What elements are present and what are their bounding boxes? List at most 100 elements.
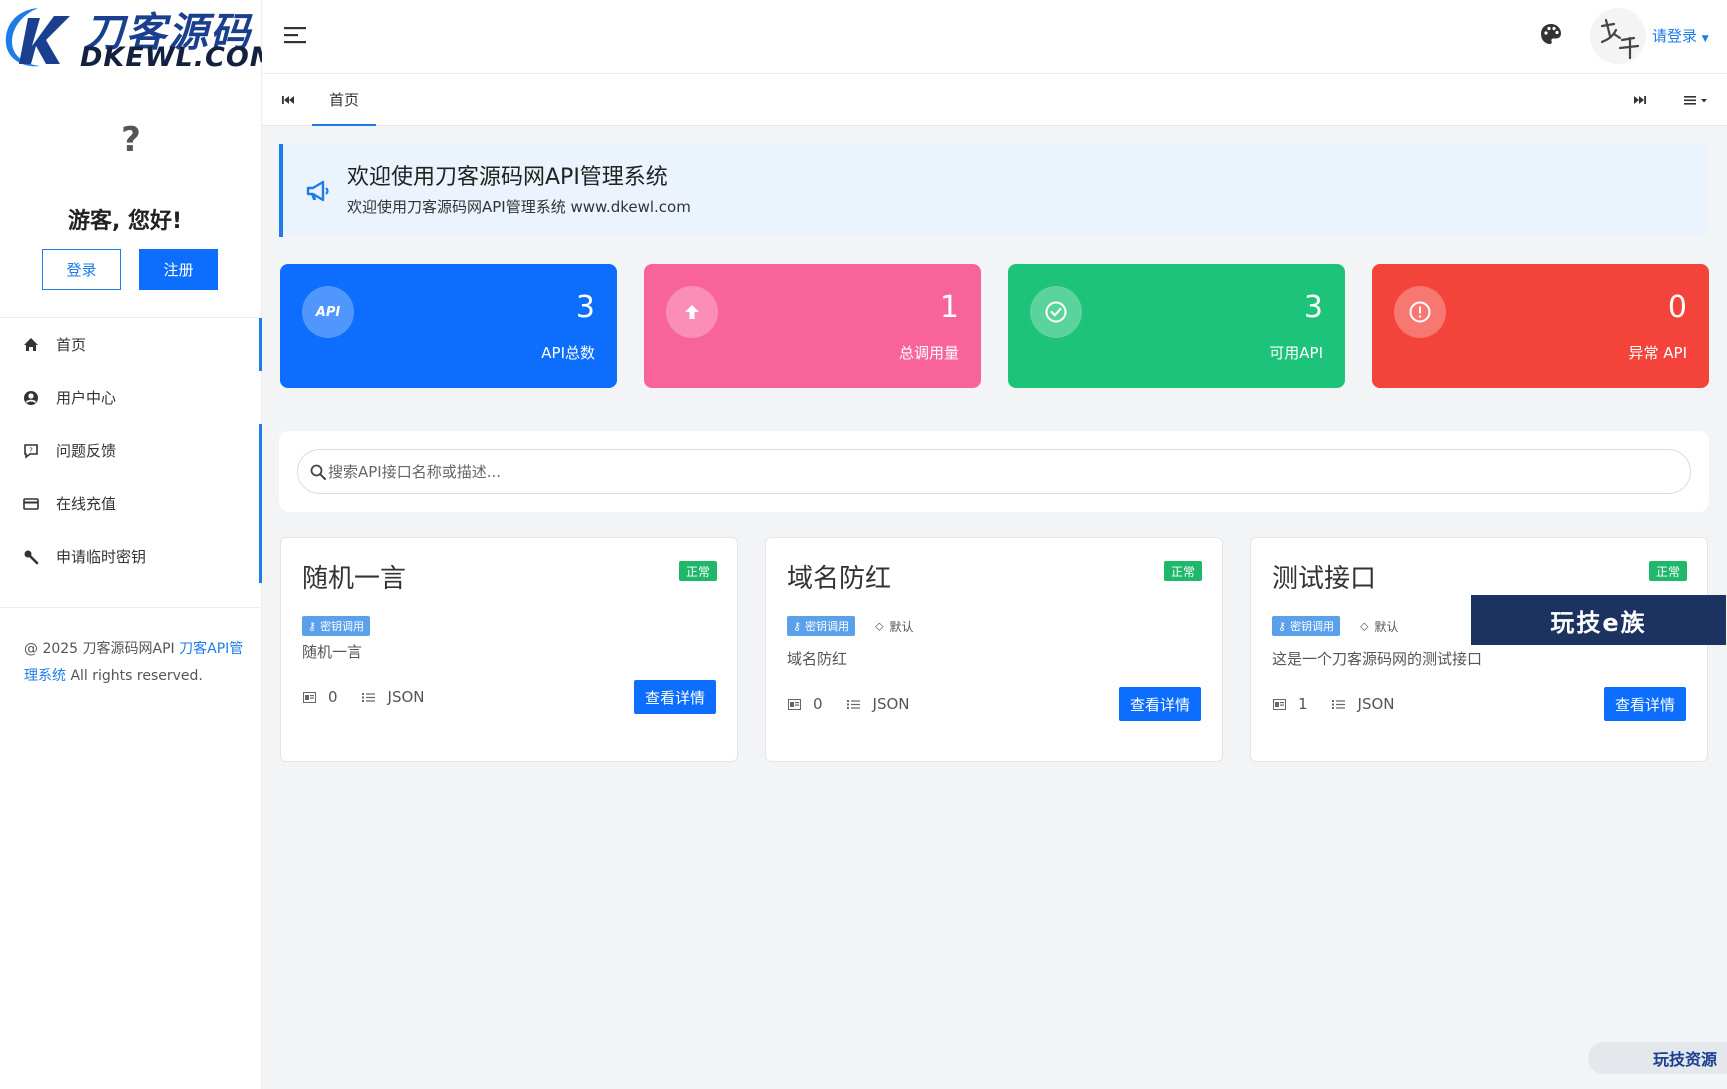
guest-avatar: ?: [121, 120, 141, 160]
sidebar-item-label: 在线充值: [56, 495, 117, 513]
status-badge: 正常: [1648, 561, 1687, 581]
sidebar-item-label: 申请临时密钥: [56, 548, 147, 566]
category-tag: ⬦ 默认: [1360, 618, 1398, 635]
megaphone-icon: [306, 180, 329, 202]
api-card: 随机一言 正常 ⚷ 密钥调用 随机一言 0 JSON 查看详情: [280, 537, 738, 762]
copyright-suffix: All rights reserved.: [66, 668, 203, 684]
call-count: 0: [328, 688, 338, 706]
view-details-button[interactable]: 查看详情: [1604, 687, 1686, 721]
sidebar-item-home[interactable]: 首页: [0, 318, 262, 371]
tab-bar: 首页: [262, 74, 1727, 126]
response-format: JSON: [1357, 695, 1395, 713]
tag-icon: ⬦: [1360, 618, 1369, 633]
list-icon: [1332, 697, 1346, 711]
sidebar-item-label: 问题反馈: [56, 442, 117, 460]
login-dropdown[interactable]: 请登录 ▼: [1652, 25, 1709, 46]
tag-row: ⚷ 密钥调用 ⬦ 默认: [1272, 616, 1398, 636]
api-title: 域名防红: [787, 564, 892, 594]
api-meta: 0 JSON: [787, 695, 910, 713]
sidebar: 刀客源码 DKEWL.COM ? 游客, 您好! 登录 注册 首页 用户中心 ?…: [0, 0, 262, 1089]
tab-options-icon[interactable]: [1682, 90, 1712, 110]
scroll-right-icon[interactable]: [1632, 92, 1648, 108]
credit-card-icon: [22, 495, 40, 513]
api-title: 测试接口: [1272, 564, 1377, 594]
tag-row: ⚷ 密钥调用: [302, 616, 390, 636]
user-circle-icon: [22, 389, 40, 407]
sidebar-divider: [0, 607, 262, 608]
calls-icon: [787, 697, 801, 711]
login-button[interactable]: 登录: [42, 249, 121, 290]
sidebar-item-user-center[interactable]: 用户中心: [0, 371, 262, 424]
calls-icon: [302, 690, 316, 704]
stat-label: 总调用量: [898, 344, 959, 362]
stat-value: 3: [575, 290, 595, 325]
notice-subtitle: 欢迎使用刀客源码网API管理系统 www.dkewl.com: [347, 198, 691, 216]
call-count: 1: [1298, 695, 1308, 713]
register-button[interactable]: 注册: [139, 249, 218, 290]
key-icon: ⚷: [1278, 619, 1287, 633]
api-icon: API: [302, 286, 354, 338]
login-prompt: 请登录: [1652, 27, 1698, 45]
sidebar-item-feedback[interactable]: ? 问题反馈: [0, 424, 262, 477]
stat-card-total-calls: 1 总调用量: [644, 264, 981, 388]
api-meta: 1 JSON: [1272, 695, 1395, 713]
welcome-notice: 欢迎使用刀客源码网API管理系统 欢迎使用刀客源码网API管理系统 www.dk…: [279, 144, 1709, 237]
key-icon: ⚷: [793, 619, 802, 633]
api-icon-text: API: [315, 304, 341, 320]
category-tag: ⬦ 默认: [875, 618, 913, 635]
site-logo[interactable]: 刀客源码 DKEWL.COM: [0, 0, 262, 74]
view-details-button[interactable]: 查看详情: [1119, 687, 1201, 721]
wrench-icon: [22, 548, 40, 566]
theme-palette-icon[interactable]: [1539, 22, 1563, 46]
stat-value: 1: [939, 290, 959, 325]
caret-down-icon: ▼: [1701, 34, 1709, 44]
copyright-prefix: @ 2025 刀客源码网API: [24, 641, 180, 657]
stat-card-abnormal-api: 0 异常 API: [1372, 264, 1709, 388]
view-details-button[interactable]: 查看详情: [634, 680, 716, 714]
watermark-overlay: 玩技e族: [1471, 595, 1726, 645]
top-header: 请登录 ▼: [262, 0, 1727, 74]
avatar-calligraphy-icon: [1600, 18, 1640, 60]
api-title: 随机一言: [302, 564, 407, 594]
logo-k-icon: [5, 8, 70, 67]
stat-label: 异常 API: [1628, 344, 1688, 362]
tab-home[interactable]: 首页: [312, 74, 376, 126]
sidebar-item-temp-key[interactable]: 申请临时密钥: [0, 530, 262, 583]
menu-toggle-icon[interactable]: [284, 24, 308, 46]
logo-english-text: DKEWL.COM: [80, 42, 262, 73]
auth-tag: ⚷ 密钥调用: [1272, 616, 1341, 636]
status-badge: 正常: [1163, 561, 1202, 581]
api-card: 域名防红 正常 ⚷ 密钥调用 ⬦ 默认 域名防红 0 JSON 查看详情: [765, 537, 1223, 762]
scroll-left-icon[interactable]: [280, 92, 296, 108]
auth-tag-label: 密钥调用: [320, 620, 365, 633]
stat-value: 0: [1667, 290, 1687, 325]
search-input[interactable]: [328, 462, 1628, 481]
watermark-corner: 玩技资源: [1588, 1042, 1727, 1074]
user-avatar[interactable]: [1590, 8, 1646, 64]
feedback-icon: ?: [22, 442, 40, 460]
key-icon: ⚷: [308, 619, 317, 633]
tag-row: ⚷ 密钥调用 ⬦ 默认: [787, 616, 913, 636]
calls-icon: [1272, 697, 1286, 711]
auth-tag: ⚷ 密钥调用: [787, 616, 856, 636]
stat-value: 3: [1303, 290, 1323, 325]
list-icon: [847, 697, 861, 711]
call-count: 0: [813, 695, 823, 713]
tag-icon: ⬦: [875, 618, 884, 633]
api-description: 这是一个刀客源码网的测试接口: [1272, 650, 1483, 668]
status-badge: 正常: [678, 561, 717, 581]
category-label: 默认: [1374, 619, 1399, 634]
api-card: 测试接口 正常 ⚷ 密钥调用 ⬦ 默认 这是一个刀客源码网的测试接口 1 JSON …: [1250, 537, 1708, 762]
response-format: JSON: [872, 695, 910, 713]
api-description: 随机一言: [302, 643, 363, 661]
notice-title: 欢迎使用刀客源码网API管理系统: [347, 165, 668, 190]
search-panel: [279, 431, 1709, 512]
search-box[interactable]: [297, 449, 1691, 494]
search-icon: [310, 464, 326, 480]
check-circle-icon: [1030, 286, 1082, 338]
sidebar-item-recharge[interactable]: 在线充值: [0, 477, 262, 530]
home-icon: [22, 336, 40, 354]
response-format: JSON: [387, 688, 425, 706]
category-label: 默认: [889, 619, 914, 634]
greeting-text: 游客, 您好!: [67, 209, 183, 234]
